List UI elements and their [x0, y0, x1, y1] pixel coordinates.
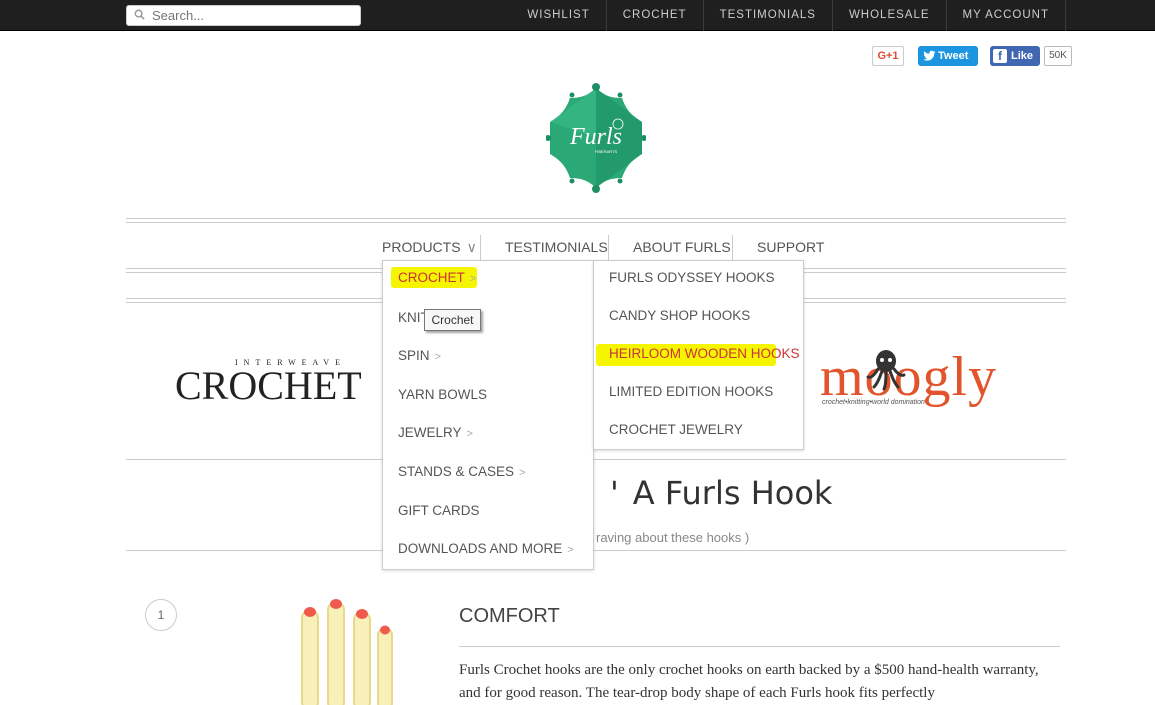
top-nav-my-account[interactable]: MY ACCOUNT	[947, 0, 1066, 31]
submenu-item-candy-shop[interactable]: CANDY SHOP HOOKS	[609, 308, 750, 323]
search-box[interactable]	[126, 5, 361, 26]
twitter-bird-icon	[923, 50, 936, 61]
search-input[interactable]	[152, 7, 352, 24]
top-nav-wishlist[interactable]: WISHLIST	[511, 0, 607, 31]
top-nav: WISHLIST CROCHET TESTIMONIALS WHOLESALE …	[511, 0, 1066, 31]
top-bar: WISHLIST CROCHET TESTIMONIALS WHOLESALE …	[0, 0, 1155, 31]
main-nav: PRODUCTS ∨ TESTIMONIALS ABOUT FURLS SUPPO…	[0, 233, 1155, 261]
svg-text:Furls: Furls	[569, 124, 622, 150]
dropdown-item-gift-cards[interactable]: GIFT CARDS	[398, 503, 480, 518]
dropdown-item-stands-cases[interactable]: STANDS & CASES >	[398, 464, 525, 479]
section-heading: ' A Furls Hook	[610, 474, 833, 512]
nav-products[interactable]: PRODUCTS ∨	[382, 233, 477, 261]
feature-number: 1	[145, 599, 177, 631]
dropdown-item-spin[interactable]: SPIN >	[398, 348, 441, 363]
like-label: Like	[1011, 50, 1034, 62]
feature-text: Furls Crochet hooks are the only crochet…	[459, 662, 1039, 701]
submenu-item-odyssey[interactable]: FURLS ODYSSEY HOOKS	[609, 270, 775, 285]
section-subheading: raving about these hooks )	[596, 530, 750, 545]
octopus-icon	[866, 350, 906, 391]
furls-logo[interactable]: Furls FIBERARTS	[546, 82, 646, 194]
facebook-icon: f	[993, 49, 1007, 63]
top-nav-wholesale[interactable]: WHOLESALE	[833, 0, 947, 31]
dropdown-item-jewelry[interactable]: JEWELRY >	[398, 425, 473, 440]
google-plus-button[interactable]: G+1	[872, 46, 904, 66]
top-nav-testimonials[interactable]: TESTIMONIALS	[704, 0, 833, 31]
submenu-item-limited[interactable]: LIMITED EDITION HOOKS	[609, 384, 773, 399]
dropdown-item-crochet[interactable]: CROCHET >	[398, 270, 476, 285]
tooltip: Crochet	[424, 309, 481, 331]
dropdown-item-downloads[interactable]: DOWNLOADS AND MORE >	[398, 541, 574, 556]
submenu-item-heirloom[interactable]: HEIRLOOM WOODEN HOOKS	[609, 346, 800, 361]
svg-text:FIBERARTS: FIBERARTS	[595, 149, 618, 154]
nav-about[interactable]: ABOUT FURLS	[633, 233, 731, 261]
moogly-logo: moogly crochet•knitting•world domination	[820, 346, 998, 408]
dropdown-item-yarn-bowls[interactable]: YARN BOWLS	[398, 387, 487, 402]
search-icon	[134, 9, 145, 20]
tweet-button[interactable]: Tweet	[918, 46, 978, 66]
tweet-label: Tweet	[938, 50, 969, 62]
facebook-like-button[interactable]: f Like	[990, 46, 1040, 66]
nav-support[interactable]: SUPPORT	[757, 233, 824, 261]
submenu-item-jewelry[interactable]: CROCHET JEWELRY	[609, 422, 743, 437]
interweave-crochet-logo: INTERWEAVE CROCHET	[175, 358, 362, 408]
feature-title: COMFORT	[459, 605, 560, 627]
chevron-down-icon: ∨	[466, 239, 477, 255]
hand-illustration	[301, 599, 393, 705]
top-nav-crochet[interactable]: CROCHET	[607, 0, 704, 31]
nav-testimonials[interactable]: TESTIMONIALS	[505, 233, 608, 261]
like-count: 50K	[1044, 46, 1072, 66]
products-dropdown	[382, 260, 594, 570]
